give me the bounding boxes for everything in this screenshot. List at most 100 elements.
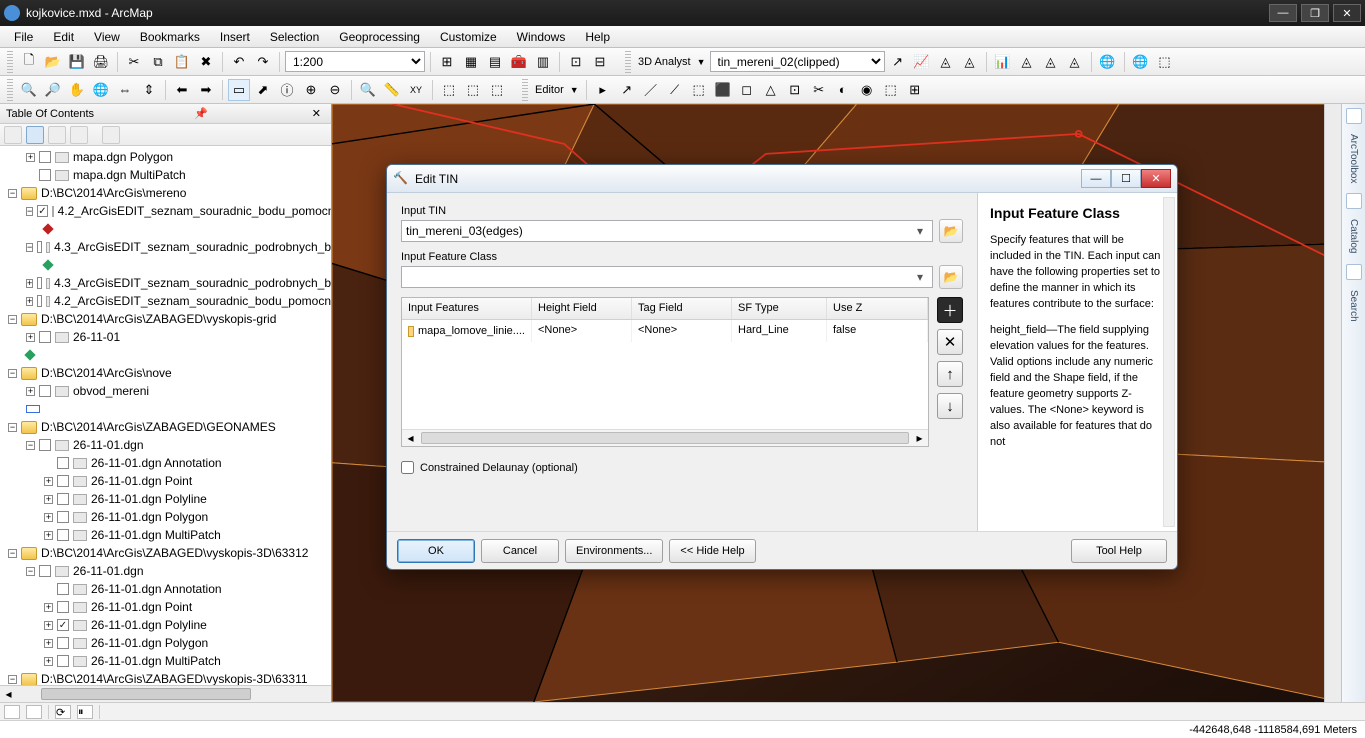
toolbar-grip[interactable] [7, 51, 13, 73]
select-icon[interactable]: ▭ [228, 79, 250, 101]
edit-icon[interactable]: ⬛ [712, 79, 734, 101]
toc-folder[interactable]: −D:\BC\2014\ArcGis\ZABAGED\GEONAMES [0, 418, 331, 436]
toolbar-grip[interactable] [625, 51, 631, 73]
edit-icon[interactable]: ⬚ [688, 79, 710, 101]
rail-tab-search[interactable]: Search [1348, 284, 1359, 328]
rail-tab-toolbox[interactable]: ArcToolbox [1348, 128, 1359, 189]
scale-combo[interactable]: 1:200 [285, 51, 425, 72]
menu-edit[interactable]: Edit [43, 30, 84, 44]
dialog-titlebar[interactable]: 🔨 Edit TIN — ☐ ✕ [387, 165, 1177, 193]
save-icon[interactable]: 💾 [66, 51, 88, 73]
analyst-layer-combo[interactable]: tin_mereni_02(clipped) [710, 51, 885, 72]
toc-tab-drawing-order[interactable] [4, 126, 22, 144]
new-icon[interactable]: 🗋 [18, 51, 40, 73]
toc-layer[interactable]: +26-11-01 [0, 328, 331, 346]
expand-icon[interactable]: − [8, 189, 17, 198]
expand-icon[interactable]: − [26, 441, 35, 450]
expand-icon[interactable]: + [26, 153, 35, 162]
tool-icon[interactable]: 📈 [911, 51, 933, 73]
toc-layer[interactable]: mapa.dgn MultiPatch [0, 166, 331, 184]
remove-button[interactable]: ✕ [937, 329, 963, 355]
tool-icon[interactable]: ⊞ [436, 51, 458, 73]
open-icon[interactable]: 📂 [42, 51, 64, 73]
toc-layer[interactable]: +4.2_ArcGisEDIT_seznam_souradnic_bodu_po… [0, 292, 331, 310]
delete-icon[interactable]: ✖ [195, 51, 217, 73]
constrained-delaunay-checkbox[interactable] [401, 461, 414, 474]
tool-icon[interactable]: ◬ [959, 51, 981, 73]
expand-icon[interactable]: − [26, 207, 33, 216]
toc-layer[interactable]: +26-11-01.dgn Point [0, 472, 331, 490]
visibility-checkbox[interactable] [57, 493, 69, 505]
toc-layer[interactable] [0, 256, 331, 274]
toc-tab-selection[interactable] [70, 126, 88, 144]
edit-icon[interactable]: ◉ [856, 79, 878, 101]
undo-icon[interactable]: ↶ [228, 51, 250, 73]
toc-layer[interactable]: +obvod_mereni [0, 382, 331, 400]
visibility-checkbox[interactable] [57, 619, 69, 631]
toc-layer[interactable] [0, 346, 331, 364]
expand-icon[interactable]: − [26, 567, 35, 576]
tool-icon[interactable]: ▤ [484, 51, 506, 73]
menu-insert[interactable]: Insert [210, 30, 260, 44]
toc-layer[interactable]: −4.2_ArcGisEDIT_seznam_souradnic_bodu_po… [0, 202, 331, 220]
visibility-checkbox[interactable] [57, 655, 69, 667]
editor-label[interactable]: Editor [533, 84, 566, 96]
menu-help[interactable]: Help [575, 30, 620, 44]
toc-layer[interactable]: −26-11-01.dgn [0, 562, 331, 580]
rail-tab-catalog[interactable]: Catalog [1348, 213, 1359, 259]
toc-folder[interactable]: −D:\BC\2014\ArcGis\ZABAGED\vyskopis-3D\6… [0, 670, 331, 685]
pointer-icon[interactable]: ⬈ [252, 79, 274, 101]
menu-windows[interactable]: Windows [507, 30, 576, 44]
edit-icon[interactable]: ／ [640, 79, 662, 101]
expand-icon[interactable]: + [44, 603, 53, 612]
cut-icon[interactable]: ✂ [123, 51, 145, 73]
toc-folder[interactable]: −D:\BC\2014\ArcGis\ZABAGED\vyskopis-grid [0, 310, 331, 328]
expand-icon[interactable]: − [8, 423, 17, 432]
visibility-checkbox[interactable] [57, 475, 69, 487]
ok-button[interactable]: OK [397, 539, 475, 563]
toc-layer[interactable]: +26-11-01.dgn Polygon [0, 634, 331, 652]
toc-hscrollbar[interactable]: ◂ [0, 685, 331, 702]
visibility-checkbox[interactable] [39, 151, 51, 163]
toc-layer[interactable]: −26-11-01.dgn [0, 436, 331, 454]
catalog-icon[interactable] [1346, 193, 1362, 209]
paste-icon[interactable]: 📋 [171, 51, 193, 73]
help-vscrollbar[interactable] [1163, 197, 1175, 527]
toc-layer[interactable]: +26-11-01.dgn Point [0, 598, 331, 616]
pause-icon[interactable]: ⏸ [77, 705, 93, 719]
toc-layer[interactable]: +26-11-01.dgn Polyline [0, 490, 331, 508]
globe-icon[interactable]: 🌐 [1130, 51, 1152, 73]
edit-icon[interactable]: ⊡ [784, 79, 806, 101]
expand-icon[interactable]: + [44, 531, 53, 540]
expand-icon[interactable]: + [26, 297, 33, 306]
tool-icon[interactable]: ◬ [1016, 51, 1038, 73]
print-icon[interactable]: 🖨 [90, 51, 112, 73]
data-view-icon[interactable] [4, 705, 20, 719]
map-vscrollbar[interactable] [1324, 104, 1341, 702]
expand-icon[interactable]: − [8, 549, 17, 558]
identify-icon[interactable]: ⓘ [276, 79, 298, 101]
dropdown-icon[interactable]: ▾ [912, 224, 928, 238]
forward-icon[interactable]: ➡ [195, 79, 217, 101]
expand-icon[interactable]: + [26, 387, 35, 396]
expand-icon[interactable]: − [26, 243, 33, 252]
dialog-close-button[interactable]: ✕ [1141, 169, 1171, 188]
browse-tin-button[interactable]: 📂 [939, 219, 963, 243]
tool-icon[interactable]: ⇔ [114, 79, 136, 101]
maximize-button[interactable]: ❐ [1301, 4, 1329, 22]
input-fc-combo[interactable]: ▾ [401, 266, 933, 288]
tool-icon[interactable]: 🧰 [508, 51, 530, 73]
toolbar-grip[interactable] [522, 79, 528, 101]
analyst-label[interactable]: 3D Analyst [636, 56, 693, 68]
toc-layer[interactable]: +mapa.dgn Polygon [0, 148, 331, 166]
visibility-checkbox[interactable] [37, 205, 47, 217]
toc-layer[interactable] [0, 400, 331, 418]
visibility-checkbox[interactable] [39, 331, 51, 343]
edit-icon[interactable]: ↗ [616, 79, 638, 101]
search-icon[interactable] [1346, 264, 1362, 280]
toc-layer[interactable]: +26-11-01.dgn Polyline [0, 616, 331, 634]
visibility-checkbox[interactable] [57, 583, 69, 595]
expand-icon[interactable]: + [44, 639, 53, 648]
refresh-icon[interactable]: ⟳ [55, 705, 71, 719]
toc-layer[interactable]: +26-11-01.dgn MultiPatch [0, 526, 331, 544]
